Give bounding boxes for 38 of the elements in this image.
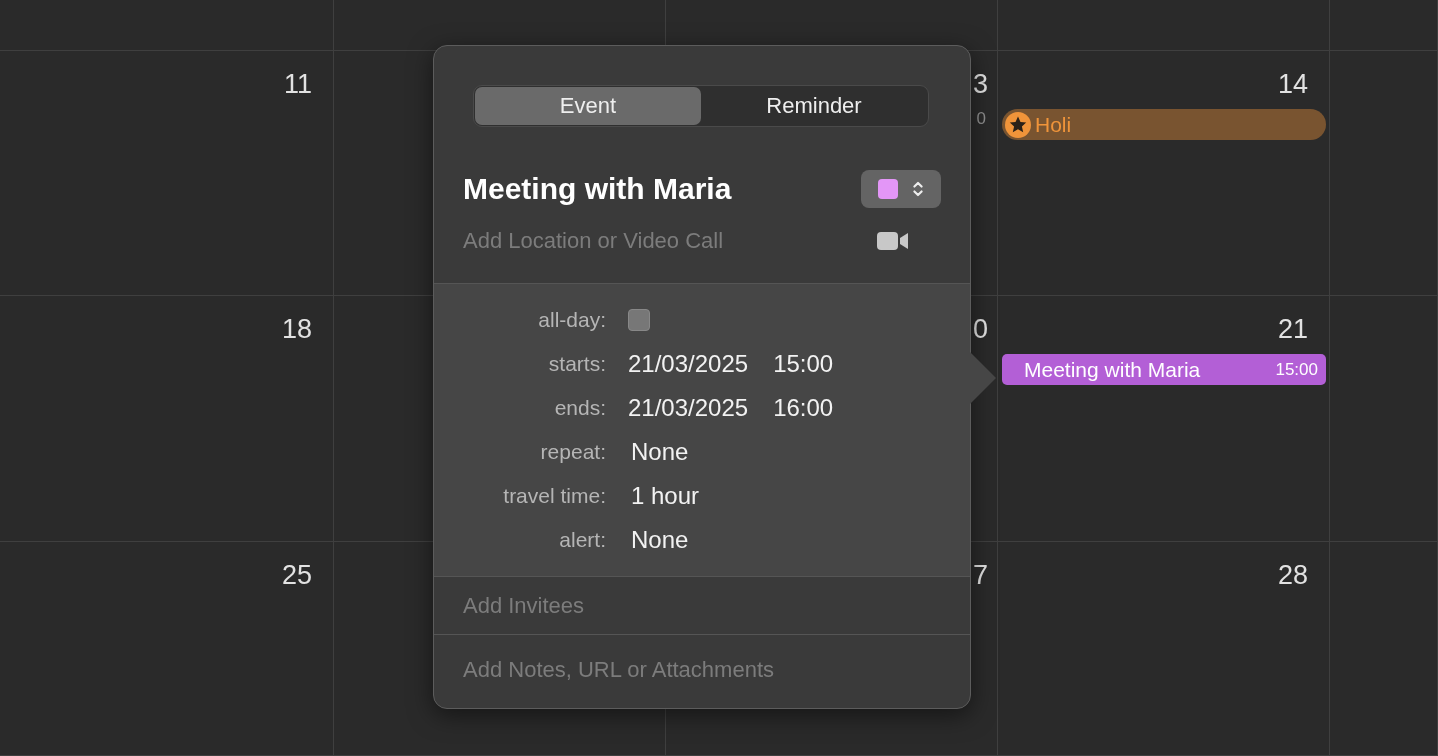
day-number: 14: [1277, 68, 1309, 100]
event-title: Meeting with Maria: [1024, 357, 1201, 382]
day-number: 25: [281, 559, 313, 591]
time-value[interactable]: 16:00: [773, 394, 834, 422]
field-label: repeat:: [539, 440, 606, 464]
option-value[interactable]: None: [631, 438, 689, 466]
time-value[interactable]: 15:00: [773, 350, 834, 378]
event-time: 15:00: [1275, 359, 1318, 380]
option-value[interactable]: 1 hour: [631, 482, 700, 510]
day-number: 11: [283, 68, 313, 100]
field-label: starts:: [547, 352, 606, 376]
color-swatch: [878, 179, 898, 199]
invitees-field[interactable]: Add Invitees: [434, 577, 970, 635]
day-number: 0: [972, 313, 989, 345]
day-number: 7: [972, 559, 989, 591]
day-number: 18: [281, 313, 313, 345]
day-number: 21: [1277, 313, 1309, 345]
day-number: 3: [972, 68, 989, 100]
field-label: alert:: [558, 528, 606, 552]
segment-tab[interactable]: Reminder: [701, 87, 927, 125]
notes-field[interactable]: Add Notes, URL or Attachments: [434, 635, 970, 705]
date-value[interactable]: 21/03/2025: [628, 350, 749, 378]
calendar-event[interactable]: Meeting with Maria 15:00: [1002, 354, 1326, 385]
day-number: 28: [1277, 559, 1309, 591]
date-value[interactable]: 21/03/2025: [628, 394, 749, 422]
event-title: Holi: [1035, 112, 1072, 137]
field-label: travel time:: [502, 484, 606, 508]
field-label: ends:: [553, 396, 606, 420]
field-label: all-day:: [537, 308, 606, 332]
option-value[interactable]: None: [631, 526, 689, 554]
calendar-color-popup[interactable]: [861, 170, 941, 208]
event-title: Meeting with Maria: [463, 172, 732, 206]
event-time: 0: [976, 109, 987, 129]
up-down-chevron-icon: [912, 179, 924, 199]
all-day-checkbox[interactable]: [628, 309, 650, 331]
video-camera-icon[interactable]: [877, 231, 909, 251]
segment-tab[interactable]: Event: [475, 87, 701, 125]
location-field[interactable]: Add Location or Video Call: [463, 228, 843, 254]
